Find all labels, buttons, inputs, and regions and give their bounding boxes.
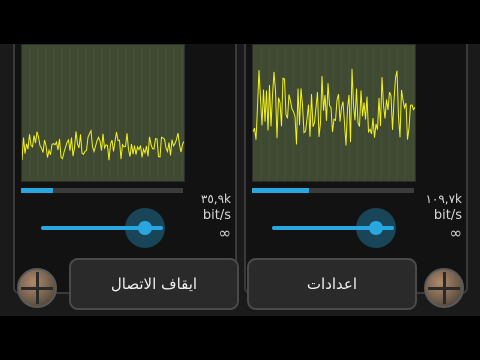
right-bitrate-unit: bit/s	[433, 208, 462, 223]
left-avatar-icon[interactable]	[17, 268, 57, 308]
left-slider-knob[interactable]	[137, 221, 152, 235]
left-stream-panel: ٣٥,٩k bit/s ∞	[13, 44, 237, 294]
right-bitrate-value: ١٠٩,٧k	[425, 192, 462, 206]
waveform-line	[253, 68, 415, 146]
left-progress-fill	[21, 188, 54, 193]
left-infinity-icon: ∞	[218, 224, 232, 242]
app-window: ٣٥,٩k bit/s ∞ ١٠٩,٧k bit/s ∞ ايقاف الاتص…	[0, 44, 480, 316]
left-waveform-graph	[22, 45, 184, 181]
right-waveform	[252, 44, 416, 182]
waveform-line	[22, 129, 184, 161]
right-infinity-icon: ∞	[449, 224, 463, 242]
right-stream-panel: ١٠٩,٧k bit/s ∞	[244, 44, 468, 294]
right-avatar-icon[interactable]	[424, 268, 464, 308]
right-slider-knob[interactable]	[368, 221, 383, 235]
left-bitrate-unit: bit/s	[202, 208, 231, 223]
settings-button[interactable]: اعدادات	[247, 258, 417, 310]
left-bitrate-value: ٣٥,٩k	[200, 192, 231, 206]
left-progress-bar	[21, 188, 183, 193]
right-waveform-graph	[253, 45, 415, 181]
right-progress-bar	[252, 188, 414, 193]
right-progress-fill	[252, 188, 309, 193]
stop-connection-button[interactable]: ايقاف الاتصال	[69, 258, 239, 310]
left-waveform	[21, 44, 185, 182]
